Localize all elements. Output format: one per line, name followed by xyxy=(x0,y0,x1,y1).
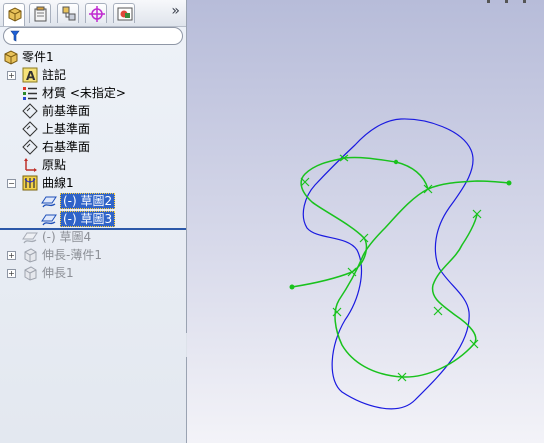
expand-icon[interactable]: + xyxy=(7,269,16,278)
tree-item-label: 曲線1 xyxy=(42,176,74,190)
sketch-canvas xyxy=(289,0,526,410)
spline-points[interactable] xyxy=(289,159,512,290)
feature-manager-tab[interactable] xyxy=(3,3,25,26)
extrude-icon xyxy=(24,266,37,281)
tree-item-label: 原點 xyxy=(42,158,67,172)
extrude-icon xyxy=(24,248,37,263)
sketch-icon xyxy=(41,214,57,226)
tree-item-label: (-) 草圖3 xyxy=(60,211,116,227)
tree-item-label: (-) 草圖4 xyxy=(42,230,92,244)
tree-item-front-plane[interactable]: 前基準面 xyxy=(0,102,186,120)
curve-feature-icon xyxy=(22,175,38,191)
tree-item-label: 右基準面 xyxy=(42,140,91,154)
tree-item-label: 上基準面 xyxy=(42,122,91,136)
annotation-icon: A xyxy=(22,67,38,83)
tree-item-curve[interactable]: − 曲線1 xyxy=(0,174,186,192)
tree-item-label: 伸長-薄件1 xyxy=(42,248,102,262)
tree-filter-input[interactable] xyxy=(3,27,183,45)
tree-item-top-plane[interactable]: 上基準面 xyxy=(0,120,186,138)
sketch-icon xyxy=(22,232,38,244)
property-manager-icon xyxy=(34,6,47,22)
origin-icon xyxy=(24,158,37,172)
display-manager-tab[interactable] xyxy=(113,3,135,23)
tree-item-sketch4[interactable]: (-) 草圖4 xyxy=(0,228,186,246)
part-icon xyxy=(4,50,18,65)
tree-item-sketch2[interactable]: (-) 草圖2 xyxy=(0,192,186,210)
tree-item-label: (-) 草圖2 xyxy=(60,193,116,209)
plane-icon xyxy=(22,103,38,119)
green-sketch-curve-lower[interactable] xyxy=(334,188,478,378)
view-marks xyxy=(487,0,526,3)
more-tabs-button[interactable]: » xyxy=(171,3,180,19)
crosshair-icon xyxy=(89,6,105,22)
dim-xpert-tab[interactable] xyxy=(85,3,107,23)
tree-item-label: 材質 <未指定> xyxy=(42,86,126,100)
green-sketch-curve[interactable] xyxy=(291,156,510,288)
spline-handles[interactable] xyxy=(300,154,482,382)
tree-item-right-plane[interactable]: 右基準面 xyxy=(0,138,186,156)
tree-item-label: 註記 xyxy=(42,68,67,82)
expand-icon[interactable]: + xyxy=(7,251,16,260)
tree-item-label: 零件1 xyxy=(22,50,54,64)
tree-item-part[interactable]: 零件1 xyxy=(0,48,186,66)
plane-icon xyxy=(22,121,38,137)
display-manager-icon xyxy=(117,7,133,21)
tree-item-origin[interactable]: 原點 xyxy=(0,156,186,174)
collapse-icon[interactable]: − xyxy=(7,179,16,188)
configuration-manager-icon xyxy=(62,6,76,21)
tree-item-annotations[interactable]: + A 註記 xyxy=(0,66,186,84)
tree-item-label: 前基準面 xyxy=(42,104,91,118)
feature-manager-panel: » 零件1 + A 註記 材質 <未指定> 前基準面 上基準面 右基準面 原點 … xyxy=(0,0,187,443)
tree-item-material[interactable]: 材質 <未指定> xyxy=(0,84,186,102)
graphics-area[interactable] xyxy=(187,0,544,443)
configuration-manager-tab[interactable] xyxy=(57,3,79,23)
tree-item-extrude-thin[interactable]: + 伸長-薄件1 xyxy=(0,246,186,264)
panel-tab-bar: » xyxy=(0,0,186,27)
material-icon xyxy=(23,87,37,100)
tree-item-sketch3[interactable]: (-) 草圖3 xyxy=(0,210,186,228)
sketch-icon xyxy=(41,196,57,208)
tree-item-label: 伸長1 xyxy=(42,266,74,280)
svg-text:A: A xyxy=(26,69,36,83)
tree-item-extrude[interactable]: + 伸長1 xyxy=(0,264,186,282)
rollback-bar[interactable] xyxy=(0,228,186,230)
feature-manager-icon xyxy=(8,7,22,22)
property-manager-tab[interactable] xyxy=(29,3,51,23)
filter-icon xyxy=(10,30,20,42)
expand-icon[interactable]: + xyxy=(7,71,16,80)
plane-icon xyxy=(22,139,38,155)
